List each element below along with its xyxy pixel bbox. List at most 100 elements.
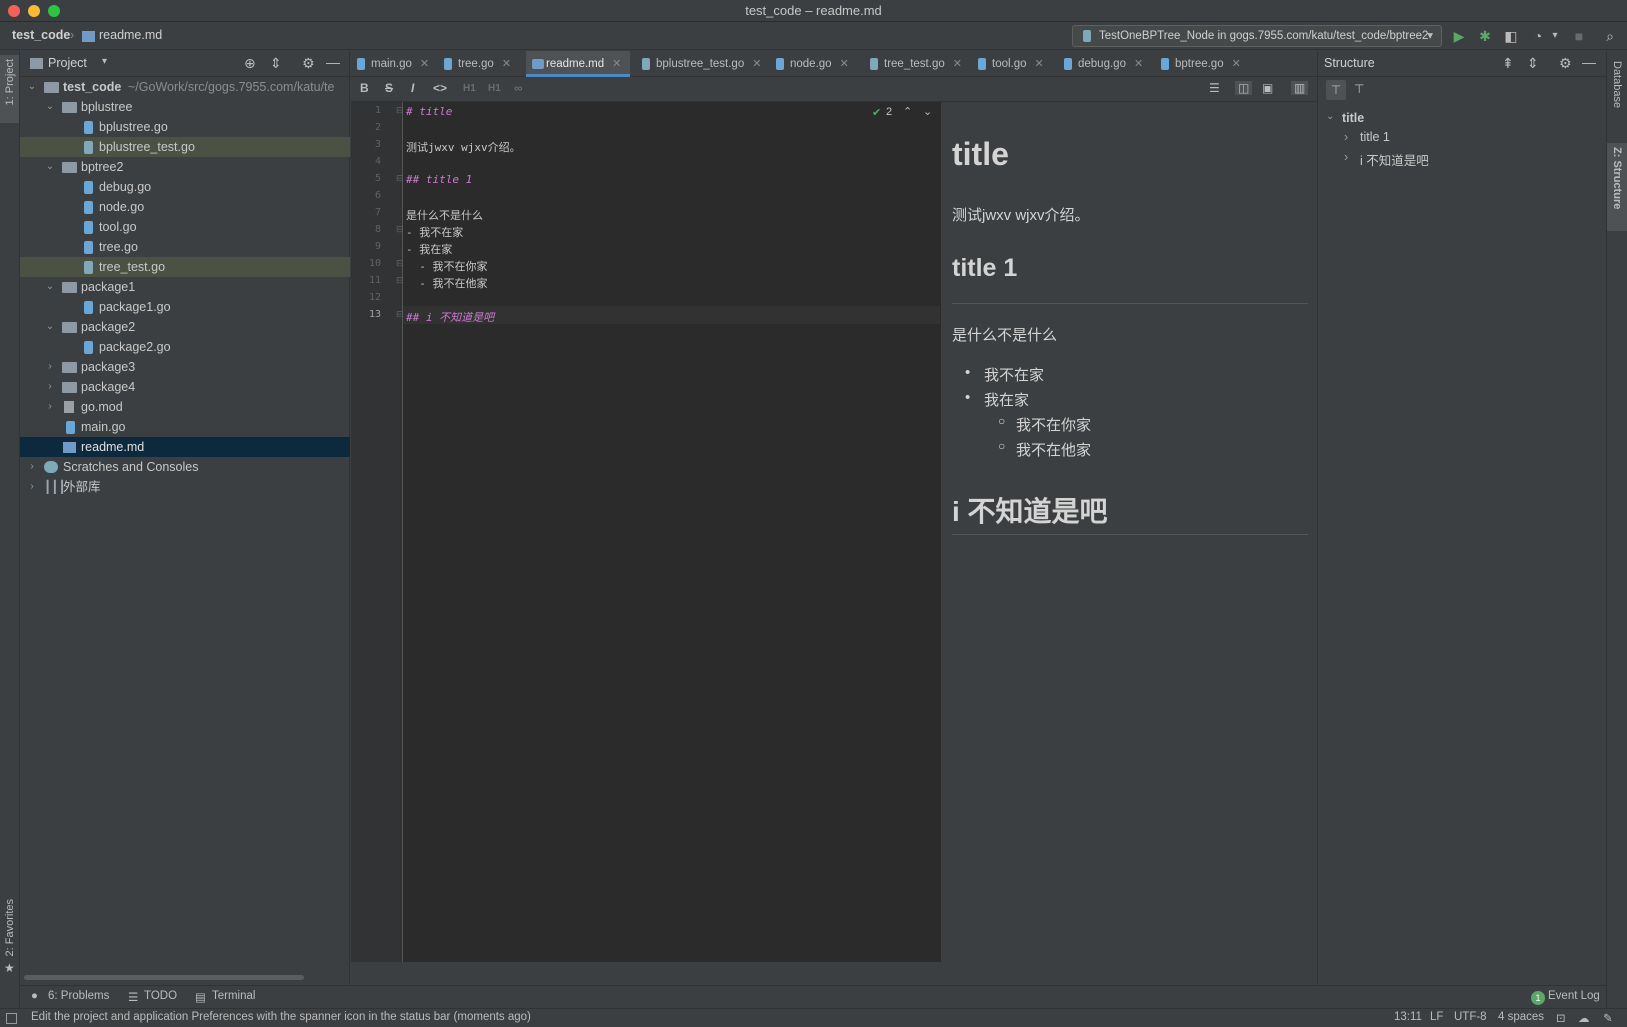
heading-decrease-icon[interactable]: H1 [488, 83, 501, 94]
chevron-right-icon[interactable]: › [1344, 150, 1348, 164]
chevron-down-icon[interactable]: ▾ [102, 56, 107, 67]
inspection-count[interactable]: 2 [886, 106, 892, 118]
maximize-window-button[interactable] [48, 5, 60, 17]
split-view-icon[interactable]: ◫ [1235, 81, 1253, 95]
italic-icon[interactable]: I [411, 81, 414, 95]
file-encoding[interactable]: UTF-8 [1454, 1011, 1487, 1023]
tree-file[interactable]: tree.go [20, 237, 350, 257]
chevron-right-icon[interactable]: › [44, 377, 56, 397]
editor-only-icon[interactable]: ☰ [1209, 81, 1220, 95]
tree-file[interactable]: › go.mod [20, 397, 350, 417]
chevron-down-icon[interactable]: ⌄ [26, 77, 38, 97]
run-coverage-icon[interactable]: ◧ [1503, 28, 1519, 44]
code-line[interactable]: - 我不在他家 [406, 275, 487, 291]
tree-file[interactable]: package1.go [20, 297, 350, 317]
tab-tool-go[interactable]: tool.go ✕ [972, 51, 1044, 77]
bold-icon[interactable]: B [360, 81, 369, 95]
strikethrough-icon[interactable]: S [385, 81, 393, 95]
minimize-window-button[interactable] [28, 5, 40, 17]
tree-folder[interactable]: ⌄ bptree2 [20, 157, 350, 177]
chevron-up-icon[interactable]: ⌃ [903, 105, 912, 118]
tree-root[interactable]: ⌄ test_code ~/GoWork/src/gogs.7955.com/k… [20, 77, 350, 97]
close-icon[interactable]: ✕ [752, 58, 761, 70]
locate-icon[interactable]: ⊕ [244, 55, 256, 72]
project-panel-title[interactable]: Project [48, 56, 87, 70]
tree-folder[interactable]: ⌄ bplustree [20, 97, 350, 117]
tree-file[interactable]: package2.go [20, 337, 350, 357]
profile-icon[interactable]: ◔ [1530, 28, 1546, 44]
close-window-button[interactable] [8, 5, 20, 17]
code-line[interactable]: - 我在家 [406, 241, 452, 257]
toggle-tool-windows-icon[interactable] [6, 1013, 17, 1024]
hide-panel-icon[interactable]: — [326, 54, 340, 70]
code-line[interactable]: - 我不在你家 [406, 258, 487, 274]
gear-icon[interactable]: ⚙ [1559, 55, 1572, 72]
close-icon[interactable]: ✕ [1134, 58, 1143, 70]
code-line[interactable]: 测试jwxv wjxv介绍。 [406, 139, 521, 155]
tree-file-selected[interactable]: readme.md [20, 437, 350, 457]
tree-file[interactable]: node.go [20, 197, 350, 217]
favorites-tool-label[interactable]: 2: Favorites [4, 899, 16, 956]
status-message[interactable]: Edit the project and application Prefere… [31, 1011, 531, 1023]
tree-file[interactable]: tool.go [20, 217, 350, 237]
close-icon[interactable]: ✕ [502, 58, 511, 70]
notifications-icon[interactable]: ☁ [1578, 1011, 1590, 1025]
tree-file[interactable]: bplustree_test.go [20, 137, 350, 157]
collapse-all-icon[interactable]: ⇕ [270, 55, 282, 72]
code-line[interactable]: ## title 1 [406, 173, 472, 186]
horizontal-scrollbar[interactable] [24, 975, 304, 980]
chevron-down-icon[interactable]: ⌄ [44, 157, 56, 177]
expand-all-icon[interactable]: ⇞ [1502, 55, 1514, 72]
code-icon[interactable]: <> [433, 81, 447, 95]
split-orientation-icon[interactable]: ▥ [1291, 81, 1309, 95]
tree-folder[interactable]: ⌄ package1 [20, 277, 350, 297]
tree-scratches[interactable]: › Scratches and Consoles [20, 457, 350, 477]
code-line[interactable]: # title [406, 105, 452, 118]
caret-position[interactable]: 13:11 [1394, 1011, 1422, 1023]
chevron-down-icon[interactable]: ▾ [1547, 28, 1563, 44]
chevron-right-icon[interactable]: › [26, 457, 38, 477]
chevron-down-icon[interactable]: ⌄ [1326, 111, 1334, 122]
close-icon[interactable]: ✕ [840, 58, 849, 70]
tree-file[interactable]: main.go [20, 417, 350, 437]
line-separator[interactable]: LF [1430, 1011, 1443, 1023]
tree-file[interactable]: bplustree.go [20, 117, 350, 137]
chevron-right-icon[interactable]: › [1344, 130, 1348, 144]
chevron-down-icon[interactable]: ⌄ [44, 317, 56, 337]
tree-file[interactable]: debug.go [20, 177, 350, 197]
tree-folder[interactable]: › package3 [20, 357, 350, 377]
tab-node-go[interactable]: node.go ✕ [770, 51, 849, 77]
hide-panel-icon[interactable]: — [1582, 54, 1596, 70]
chevron-down-icon[interactable]: ⌄ [44, 277, 56, 297]
tab-debug-go[interactable]: debug.go ✕ [1058, 51, 1143, 77]
spanner-icon[interactable]: ✎ [1603, 1011, 1613, 1025]
tab-tree-go[interactable]: tree.go ✕ [438, 51, 511, 77]
tab-readme-md[interactable]: readme.md ✕ [526, 51, 630, 77]
close-icon[interactable]: ✕ [1035, 58, 1044, 70]
search-icon[interactable]: ⌕ [1602, 28, 1618, 44]
filter-icon[interactable]: ⊤ [1354, 82, 1364, 96]
structure-tool-label[interactable]: Z: Structure [1611, 147, 1623, 209]
code-line[interactable]: ## i 不知道是吧 [406, 309, 494, 325]
close-icon[interactable]: ✕ [953, 58, 962, 70]
debug-icon[interactable]: ✱ [1477, 28, 1493, 44]
stop-icon[interactable]: ■ [1571, 28, 1587, 44]
close-icon[interactable]: ✕ [1232, 58, 1241, 70]
event-log-button[interactable]: Event Log [1548, 990, 1600, 1002]
tab-tree-test-go[interactable]: tree_test.go ✕ [864, 51, 962, 77]
run-icon[interactable]: ▶ [1451, 28, 1467, 44]
structure-item-root[interactable]: title [1342, 111, 1364, 125]
structure-item[interactable]: i 不知道是吧 [1360, 150, 1429, 169]
collapse-all-icon[interactable]: ⇕ [1527, 55, 1539, 72]
project-tool-label[interactable]: 1: Project [4, 59, 16, 105]
code-editor[interactable]: # title 测试jwxv wjxv介绍。 ## title 1 是什么不是什… [403, 102, 940, 962]
preview-only-icon[interactable]: ▣ [1262, 81, 1273, 95]
tree-folder[interactable]: ⌄ package2 [20, 317, 350, 337]
structure-item[interactable]: title 1 [1360, 130, 1390, 144]
sort-icon[interactable]: ⊤ [1326, 80, 1346, 100]
chevron-down-icon[interactable]: ⌄ [923, 105, 932, 118]
close-icon[interactable]: ✕ [420, 58, 429, 70]
heading-icon[interactable]: H1 [463, 83, 476, 94]
tab-main-go[interactable]: main.go ✕ [351, 51, 429, 77]
tree-external-libraries[interactable]: › ┃┃┃ 外部库 [20, 477, 350, 497]
